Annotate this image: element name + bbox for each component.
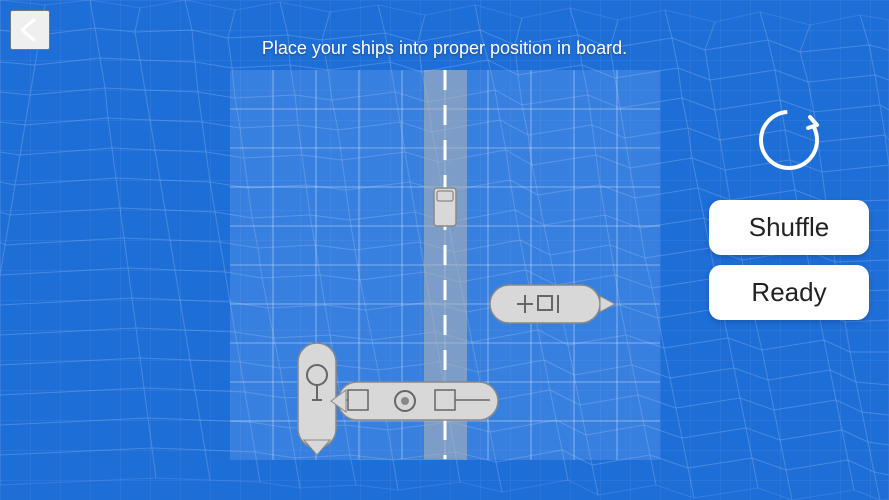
ready-label: Ready <box>751 277 826 308</box>
shuffle-button[interactable]: Shuffle <box>709 200 869 255</box>
instruction-text: Place your ships into proper position in… <box>262 38 627 59</box>
ready-button[interactable]: Ready <box>709 265 869 320</box>
back-button[interactable] <box>10 10 50 50</box>
game-board <box>230 70 660 460</box>
shuffle-label: Shuffle <box>749 212 829 243</box>
rotate-button[interactable] <box>749 100 829 180</box>
right-panel: Shuffle Ready <box>709 100 869 320</box>
